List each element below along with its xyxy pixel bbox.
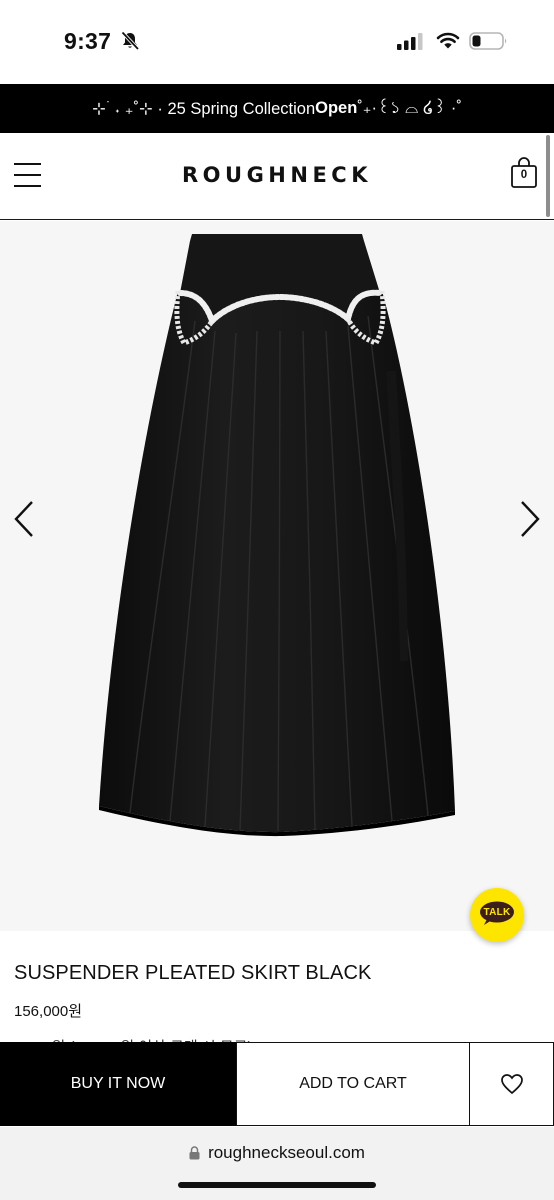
product-price: 156,000원 [14, 1003, 83, 1020]
wifi-icon [436, 32, 460, 49]
status-bar: 9:37 [0, 0, 554, 84]
heart-icon [500, 1074, 523, 1095]
shopping-bag-icon[interactable]: 0 [510, 157, 538, 189]
bell-slash-icon [121, 31, 140, 51]
promo-text-end: ˚₊·꒰১ ⌓ ໒꒱ ·˚ [357, 99, 462, 117]
cart-count-badge: 0 [520, 169, 528, 181]
status-time: 9:37 [64, 28, 112, 54]
site-logo[interactable]: ROUGHNECK [0, 163, 554, 187]
buy-now-button[interactable]: BUY IT NOW [0, 1042, 236, 1126]
wishlist-button[interactable] [470, 1042, 554, 1126]
next-image-arrow-icon[interactable] [516, 499, 544, 539]
add-to-cart-button[interactable]: ADD TO CART [236, 1042, 470, 1126]
product-image [99, 234, 455, 837]
battery-icon [469, 32, 507, 50]
home-indicator[interactable] [178, 1182, 376, 1188]
chat-button-label: TALK [483, 907, 511, 918]
product-gallery [0, 221, 554, 931]
promo-text-bold: Open [315, 99, 358, 117]
product-info: SUSPENDER PLEATED SKIRT BLACK 156,000원 3… [14, 962, 372, 1056]
promo-banner[interactable]: ⊹ ࣪ ˖ ₊˚⊹ · 25 Spring Collection Open ˚₊·… [0, 84, 554, 133]
page-scrollbar[interactable] [546, 135, 550, 217]
purchase-action-bar: BUY IT NOW ADD TO CART [0, 1042, 554, 1127]
promo-text-start: ⊹ ࣪ ˖ ₊˚⊹ · 25 Spring Collection [92, 99, 316, 118]
previous-image-arrow-icon[interactable] [12, 499, 40, 539]
lock-icon [189, 1146, 200, 1160]
browser-address-bar[interactable]: roughneckseoul.com [0, 1127, 554, 1200]
site-header: ROUGHNECK 0 [0, 133, 554, 220]
product-name: SUSPENDER PLEATED SKIRT BLACK [14, 962, 372, 984]
browser-url: roughneckseoul.com [208, 1143, 365, 1162]
cellular-signal-icon [397, 33, 423, 50]
kakao-talk-chat-button[interactable]: TALK [470, 888, 524, 942]
